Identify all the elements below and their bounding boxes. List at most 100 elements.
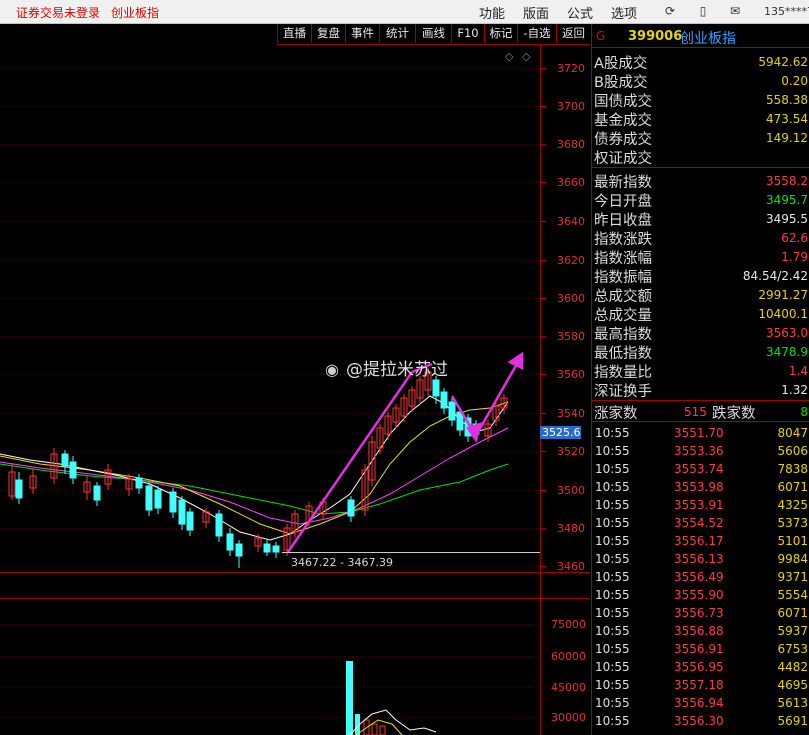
index-name[interactable]: 创业板指 [680, 28, 736, 48]
stat-label: 指数涨幅 [594, 251, 652, 267]
tick-time: 10:55 [595, 642, 630, 656]
index-code[interactable]: 399006 [628, 29, 682, 44]
tick-time: 10:55 [595, 696, 630, 710]
tick-price: 3555.90 [674, 588, 724, 602]
decliners-label: 跌家数 [712, 406, 756, 422]
tick-time: 10:55 [595, 516, 630, 530]
phone-icon[interactable]: ▯ [696, 4, 710, 18]
refresh-icon[interactable]: ⟳ [663, 4, 677, 18]
price-tick: 3700 [557, 100, 585, 113]
tick-volume: 6071 [777, 480, 808, 494]
tick-price: 3556.30 [674, 714, 724, 728]
stat-value: 1.79 [781, 250, 808, 264]
price-tick: 3560 [557, 368, 585, 381]
weibo-icon: ◉ [325, 360, 339, 379]
treasury-volume-value: 558.38 [766, 93, 808, 107]
stat-label: 最新指数 [594, 175, 652, 191]
tick-price: 3556.73 [674, 606, 724, 620]
volume-bar [379, 725, 386, 735]
tick-time: 10:55 [595, 426, 630, 440]
decliners-value: 8 [800, 405, 808, 419]
tick-price: 3556.17 [674, 534, 724, 548]
tick-time: 10:55 [595, 444, 630, 458]
fund-volume-label: 基金成交 [594, 113, 652, 129]
menu-layout[interactable]: 版面 [523, 3, 549, 22]
price-tick: 3500 [557, 484, 585, 497]
a-share-volume-value: 5942.62 [758, 55, 808, 69]
tick-volume: 8047 [777, 426, 808, 440]
tick-time: 10:55 [595, 714, 630, 728]
tick-price: 3557.18 [674, 678, 724, 692]
price-tick: 3540 [557, 407, 585, 420]
tick-volume: 9371 [777, 570, 808, 584]
price-tick: 3620 [557, 254, 585, 267]
tick-price: 3556.13 [674, 552, 724, 566]
stat-label: 指数涨跌 [594, 232, 652, 248]
account-id[interactable]: 135****7 [764, 5, 809, 18]
stat-label: 指数量比 [594, 365, 652, 381]
mail-icon[interactable]: ✉ [728, 4, 742, 18]
advancers-value: 515 [684, 405, 707, 419]
tick-volume: 7838 [777, 462, 808, 476]
price-tick: 3600 [557, 292, 585, 305]
chart-canvas[interactable]: 3720 3700 3680 3660 3640 3620 3600 3580 … [0, 24, 590, 735]
expand-icon[interactable]: ◇ [505, 50, 514, 63]
bond-volume-label: 债券成交 [594, 132, 652, 148]
quote-panel: G 399006 创业板指 A股成交 5942.62 B股成交 0.20 国债成… [591, 24, 809, 735]
stat-value: 3495.7 [766, 193, 808, 207]
tick-price: 3556.88 [674, 624, 724, 638]
tick-volume: 5613 [777, 696, 808, 710]
tick-time: 10:55 [595, 570, 630, 584]
collapse-icon[interactable]: ◇ [522, 50, 531, 63]
price-tick: 3660 [557, 176, 585, 189]
price-tick: 3520 [557, 445, 585, 458]
group-marker: G [596, 29, 606, 43]
tick-volume: 5101 [777, 534, 808, 548]
volume-bar [371, 723, 378, 735]
low-price-label: 3467.22 - 3467.39 [291, 556, 393, 569]
menu-formula[interactable]: 公式 [567, 3, 593, 22]
stat-value: 1.32 [781, 383, 808, 397]
menu-function[interactable]: 功能 [479, 3, 505, 22]
stat-label: 总成交额 [594, 289, 652, 305]
tick-time: 10:55 [595, 660, 630, 674]
title-bar: 证券交易未登录 创业板指 功能 版面 公式 选项 ⟳ ▯ ✉ 135****7 [0, 0, 809, 24]
stat-label: 指数振幅 [594, 270, 652, 286]
tick-price: 3556.91 [674, 642, 724, 656]
stat-value: 1.4 [788, 364, 808, 378]
stat-label: 总成交量 [594, 308, 652, 324]
a-share-volume-label: A股成交 [594, 56, 648, 72]
divider [592, 47, 809, 48]
panel-header: G 399006 创业板指 [592, 24, 809, 47]
stat-value: 3495.5 [766, 212, 808, 226]
divider [592, 421, 809, 422]
tick-volume: 4695 [777, 678, 808, 692]
menu-options[interactable]: 选项 [611, 3, 637, 22]
tick-price: 3553.74 [674, 462, 724, 476]
tick-volume: 6071 [777, 606, 808, 620]
divider [592, 400, 809, 401]
price-tick: 3580 [557, 330, 585, 343]
bond-volume-value: 149.12 [766, 131, 808, 145]
divider [592, 167, 809, 168]
stat-label: 深证换手 [594, 384, 652, 400]
tick-volume: 4482 [777, 660, 808, 674]
treasury-volume-label: 国债成交 [594, 94, 652, 110]
price-tick: 3460 [557, 560, 585, 573]
tick-volume: 5554 [777, 588, 808, 602]
price-tick: 3720 [557, 62, 585, 75]
tick-time: 10:55 [595, 462, 630, 476]
tick-price: 3553.91 [674, 498, 724, 512]
watermark: @提拉米苏过 [346, 360, 448, 380]
tick-price: 3556.95 [674, 660, 724, 674]
tick-volume: 5606 [777, 444, 808, 458]
login-status[interactable]: 证券交易未登录 [16, 4, 100, 21]
stat-label: 最高指数 [594, 327, 652, 343]
volume-tick: 45000 [551, 681, 586, 694]
tick-volume: 6753 [777, 642, 808, 656]
kline-chart-area[interactable]: 直播 复盘 事件 统计 画线 F10 标记 -自选 返回 3720 3700 3… [0, 24, 590, 735]
tick-price: 3556.94 [674, 696, 724, 710]
volume-bar [346, 661, 353, 735]
tick-time: 10:55 [595, 534, 630, 548]
candlesticks [8, 368, 508, 568]
